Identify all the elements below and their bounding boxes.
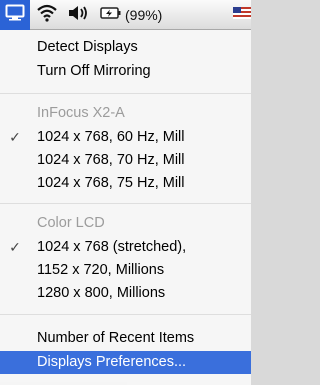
menu-header-color-lcd: Color LCD (0, 212, 251, 235)
menu-item-detect-displays[interactable]: Detect Displays (0, 36, 251, 59)
menu-header-infocus: InFocus X2-A (0, 102, 251, 125)
wifi-icon (36, 4, 58, 27)
screen: (99%) Detect Displays Turn Off Mirroring (0, 0, 251, 385)
menu-item-infocus-1024-70hz[interactable]: 1024 x 768, 70 Hz, Mill (0, 149, 251, 172)
menubar: (99%) (0, 0, 251, 30)
menu-item-infocus-1024-60hz[interactable]: ✓ 1024 x 768, 60 Hz, Mill (0, 126, 251, 149)
menubar-displays-button[interactable] (0, 0, 30, 30)
menu-separator (0, 93, 251, 94)
displays-icon (5, 4, 25, 26)
menu-item-turn-off-mirroring[interactable]: Turn Off Mirroring (0, 60, 251, 83)
menubar-input-menu-button[interactable] (233, 0, 251, 30)
menu-separator (0, 314, 251, 315)
menu-item-label: 1152 x 720, Millions (37, 262, 165, 278)
flag-icon (233, 6, 251, 25)
menu-item-lcd-1024-stretched[interactable]: ✓ 1024 x 768 (stretched), (0, 236, 251, 259)
menu-item-label: 1280 x 800, Millions (37, 285, 166, 301)
menu-item-infocus-1024-75hz[interactable]: 1024 x 768, 75 Hz, Mill (0, 172, 251, 195)
menu-item-displays-preferences[interactable]: Displays Preferences... (0, 351, 251, 374)
menu-separator (0, 203, 251, 204)
menu-header-label: Color LCD (37, 215, 105, 231)
menubar-volume-button[interactable] (64, 0, 94, 30)
checkmark-icon: ✓ (9, 129, 21, 145)
menu-item-label: 1024 x 768, 70 Hz, Mill (37, 152, 185, 168)
displays-menu: Detect Displays Turn Off Mirroring InFoc… (0, 30, 251, 385)
menubar-wifi-button[interactable] (32, 0, 62, 30)
menu-item-label: 1024 x 768, 60 Hz, Mill (37, 129, 185, 145)
menu-header-label: InFocus X2-A (37, 105, 125, 121)
checkmark-icon: ✓ (9, 239, 21, 255)
menu-item-lcd-1280x800[interactable]: 1280 x 800, Millions (0, 282, 251, 305)
menu-item-lcd-1152x720[interactable]: 1152 x 720, Millions (0, 259, 251, 282)
battery-icon (100, 6, 122, 25)
menu-item-label: Turn Off Mirroring (37, 63, 151, 79)
battery-percent: (99%) (125, 7, 163, 23)
menu-item-label: Number of Recent Items (37, 330, 195, 346)
menu-item-label: Displays Preferences... (37, 354, 187, 370)
menu-item-label: Detect Displays (37, 39, 138, 55)
menu-item-label: 1024 x 768 (stretched), (37, 239, 187, 255)
menu-item-label: 1024 x 768, 75 Hz, Mill (37, 175, 185, 191)
menu-item-number-of-recent-items[interactable]: Number of Recent Items (0, 327, 251, 350)
volume-icon (67, 4, 91, 27)
menubar-battery-button[interactable] (99, 0, 123, 30)
